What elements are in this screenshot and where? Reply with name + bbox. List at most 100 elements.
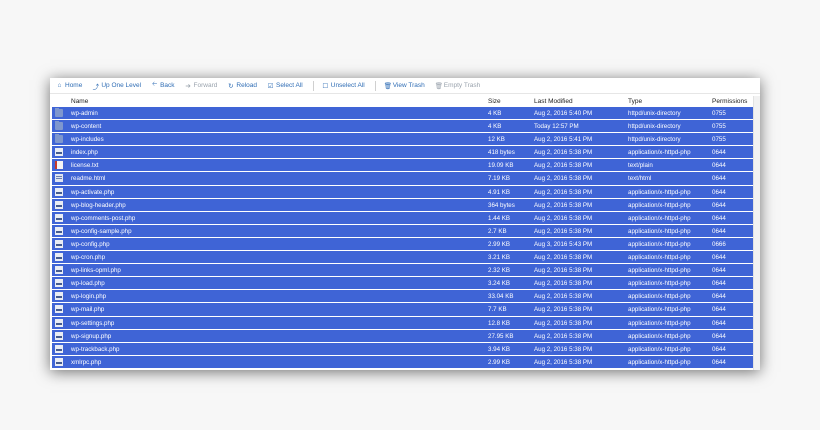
file-size: 4 KB xyxy=(488,110,502,117)
unselect-all-label: Unselect All xyxy=(330,82,365,89)
file-permissions: 0644 xyxy=(712,345,726,353)
file-permissions: 0755 xyxy=(712,136,726,144)
file-last-modified: Aug 2, 2016 5:38 PM xyxy=(534,175,593,183)
file-type: httpd/unix-directory xyxy=(628,123,681,131)
reload-icon: ↻ xyxy=(228,82,234,90)
vertical-scrollbar[interactable] xyxy=(753,96,760,370)
select-all-button[interactable]: ☑ Select All xyxy=(267,82,303,90)
html-file-icon xyxy=(55,174,63,183)
file-name: wp-comments-post.php xyxy=(71,214,136,222)
file-list: wp-admin 4 KB Aug 2, 2016 5:40 PM httpd/uni… xyxy=(52,107,753,369)
file-size: 2.7 KB xyxy=(488,227,507,235)
table-row[interactable]: readme.html 7.19 KB Aug 2, 2016 5:38 PM tex… xyxy=(52,172,753,185)
folder-icon xyxy=(55,121,63,131)
file-size: 418 bytes xyxy=(488,149,515,157)
file-name: wp-config-sample.php xyxy=(71,227,132,235)
trash-icon: 🗑 xyxy=(383,82,392,90)
toolbar-divider xyxy=(312,80,314,91)
table-row[interactable]: wp-login.php 33.04 KB Aug 2, 2016 5:38 PM a… xyxy=(52,290,753,303)
checked-box-icon: ☑ xyxy=(267,82,274,90)
file-size: 19.09 KB xyxy=(488,162,514,170)
empty-trash-button[interactable]: 🗑 Empty Trash xyxy=(435,82,480,90)
up-one-level-label: Up One Level xyxy=(101,82,142,89)
file-permissions: 0644 xyxy=(712,201,726,209)
file-name: wp-settings.php xyxy=(71,319,115,327)
forward-button[interactable]: ➔ Forward xyxy=(185,82,217,90)
file-last-modified: Aug 2, 2016 5:38 PM xyxy=(534,227,593,235)
file-last-modified: Aug 2, 2016 5:38 PM xyxy=(534,280,593,288)
file-size: 4.91 KB xyxy=(488,188,511,196)
file-name: xmlrpc.php xyxy=(71,358,102,366)
folder-icon xyxy=(55,108,63,117)
php-file-icon xyxy=(55,253,63,262)
unselect-all-button[interactable]: ☐ Unselect All xyxy=(322,82,365,90)
column-header-last-modified[interactable]: Last Modified xyxy=(534,98,573,105)
table-row[interactable]: wp-activate.php 4.91 KB Aug 2, 2016 5:38 P… xyxy=(52,185,753,198)
file-type: application/x-httpd-php xyxy=(628,332,691,340)
table-row[interactable]: wp-config.php 2.99 KB Aug 3, 2016 5:43 PM a… xyxy=(52,237,753,251)
file-permissions: 0644 xyxy=(712,280,726,288)
file-permissions: 0644 xyxy=(712,214,726,222)
file-permissions: 0644 xyxy=(712,188,726,196)
unchecked-box-icon: ☐ xyxy=(322,82,329,90)
php-file-icon xyxy=(55,148,63,157)
table-row[interactable]: wp-cron.php 3.21 KB Aug 2, 2016 5:38 PM app… xyxy=(52,251,753,264)
file-permissions: 0644 xyxy=(712,162,726,170)
table-row[interactable]: index.php 418 bytes Aug 2, 2016 5:38 PM app… xyxy=(52,146,753,159)
file-type: application/x-httpd-php xyxy=(628,188,691,196)
file-last-modified: Aug 2, 2016 5:38 PM xyxy=(534,254,593,262)
php-file-icon xyxy=(55,239,63,248)
file-name: wp-config.php xyxy=(71,240,110,248)
php-file-icon xyxy=(55,213,63,222)
table-row[interactable]: wp-content 4 KB Today 12:57 PM httpd/unix-d… xyxy=(52,120,753,133)
table-row[interactable]: wp-comments-post.php 1.44 KB Aug 2, 2016 5… xyxy=(52,211,753,224)
view-trash-button[interactable]: 🗑 View Trash xyxy=(384,82,425,90)
table-row[interactable]: license.txt 19.09 KB Aug 2, 2016 5:38 PM te… xyxy=(52,159,753,172)
table-row[interactable]: wp-config-sample.php 2.7 KB Aug 2, 2016 5:… xyxy=(52,224,753,237)
table-row[interactable]: wp-signup.php 27.95 KB Aug 2, 2016 5:38 PM… xyxy=(52,329,753,342)
file-size: 1.44 KB xyxy=(488,214,511,222)
file-type: application/x-httpd-php xyxy=(628,358,691,366)
column-header-size[interactable]: Size xyxy=(488,98,501,105)
column-header-permissions[interactable]: Permissions xyxy=(712,98,747,105)
table-row[interactable]: wp-links-opml.php 2.32 KB Aug 2, 2016 5:38… xyxy=(52,264,753,277)
file-name: wp-blog-header.php xyxy=(71,201,126,209)
table-row[interactable]: wp-blog-header.php 364 bytes Aug 2, 2016 5… xyxy=(52,198,753,211)
file-permissions: 0755 xyxy=(712,110,726,117)
column-header-type[interactable]: Type xyxy=(628,98,642,105)
table-row[interactable]: wp-mail.php 7.7 KB Aug 2, 2016 5:38 PM appl… xyxy=(52,303,753,316)
file-type: application/x-httpd-php xyxy=(628,240,691,248)
file-permissions: 0644 xyxy=(712,358,726,366)
table-row[interactable]: wp-admin 4 KB Aug 2, 2016 5:40 PM httpd/uni… xyxy=(52,107,753,120)
file-permissions: 0644 xyxy=(712,254,726,262)
reload-label: Reload xyxy=(236,82,257,89)
back-label: Back xyxy=(160,82,175,89)
table-row[interactable]: wp-settings.php 12.8 KB Aug 2, 2016 5:38 P… xyxy=(52,316,753,329)
file-type: text/plain xyxy=(628,162,653,170)
table-row[interactable]: wp-trackback.php 3.94 KB Aug 2, 2016 5:38 … xyxy=(52,342,753,355)
column-header-name[interactable]: Name xyxy=(71,98,88,105)
table-row[interactable]: wp-load.php 3.24 KB Aug 2, 2016 5:38 PM app… xyxy=(52,277,753,290)
php-file-icon xyxy=(55,226,63,235)
up-one-level-button[interactable]: ⤴ Up One Level xyxy=(92,81,142,91)
home-label: Home xyxy=(65,82,83,89)
table-row[interactable]: wp-includes 12 KB Aug 2, 2016 5:41 PM httpd… xyxy=(52,133,753,146)
file-size: 364 bytes xyxy=(488,201,515,209)
home-button[interactable]: ⌂ Home xyxy=(56,82,83,89)
file-last-modified: Aug 2, 2016 5:38 PM xyxy=(534,214,593,222)
file-last-modified: Aug 2, 2016 5:38 PM xyxy=(534,188,593,196)
php-file-icon xyxy=(55,200,63,209)
reload-button[interactable]: ↻ Reload xyxy=(227,82,257,90)
file-size: 12.8 KB xyxy=(488,319,511,327)
file-name: wp-load.php xyxy=(71,280,105,288)
file-last-modified: Aug 2, 2016 5:38 PM xyxy=(534,345,593,353)
table-row[interactable]: xmlrpc.php 2.99 KB Aug 2, 2016 5:38 PM appl… xyxy=(52,355,753,368)
arrow-left-icon: 🡠 xyxy=(151,81,158,88)
file-size: 7.19 KB xyxy=(488,175,511,183)
file-last-modified: Aug 2, 2016 5:38 PM xyxy=(534,358,593,366)
toolbar: ⌂ Home ⤴ Up One Level 🡠 Back ➔ Forward ↻… xyxy=(50,78,760,94)
file-last-modified: Aug 2, 2016 5:40 PM xyxy=(534,110,593,117)
back-button[interactable]: 🡠 Back xyxy=(151,80,175,91)
file-type: application/x-httpd-php xyxy=(628,319,691,327)
empty-trash-label: Empty Trash xyxy=(443,82,481,89)
